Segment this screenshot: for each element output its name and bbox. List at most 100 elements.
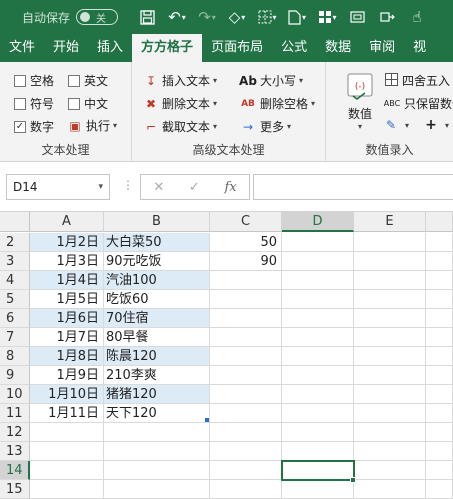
cell-b[interactable]: 80早餐 (104, 328, 210, 347)
cell-c[interactable] (210, 385, 282, 404)
fill-handle[interactable] (205, 418, 209, 422)
cell-c[interactable] (210, 480, 282, 499)
column-header-f[interactable] (426, 212, 453, 232)
cell-e[interactable] (354, 480, 426, 499)
cell-f[interactable] (426, 480, 453, 499)
checkbox-number[interactable]: ✓ 数字 (14, 118, 54, 135)
cell-f[interactable] (426, 347, 453, 366)
cell-a[interactable]: 1月7日 (30, 328, 104, 347)
cell-d[interactable] (282, 423, 354, 442)
cell-e[interactable] (354, 461, 426, 480)
tab-insert[interactable]: 插入 (88, 34, 132, 62)
cell-d[interactable] (282, 404, 354, 423)
redo-icon[interactable]: ↷ ▾ (192, 4, 222, 30)
cell-b[interactable] (104, 423, 210, 442)
extract-text-button[interactable]: ⌐ 截取文本 ▾ (142, 118, 217, 135)
cell-e[interactable] (354, 271, 426, 290)
cell-d[interactable] (282, 366, 354, 385)
cell-e[interactable] (354, 252, 426, 271)
cell-f[interactable] (426, 271, 453, 290)
row-header[interactable]: 10 (0, 385, 30, 404)
cell-f[interactable] (426, 423, 453, 442)
cell-d[interactable] (282, 347, 354, 366)
checkbox-symbol[interactable]: 符号 (14, 95, 54, 112)
cell-a[interactable] (30, 423, 104, 442)
tab-data[interactable]: 数据 (316, 34, 360, 62)
cell-d[interactable] (282, 290, 354, 309)
cell-b[interactable]: 天下120 (104, 404, 210, 423)
cell-b[interactable]: 70住宿 (104, 309, 210, 328)
cell-a[interactable]: 1月5日 (30, 290, 104, 309)
cell-f[interactable] (426, 461, 453, 480)
active-cell-border[interactable] (281, 460, 355, 481)
cell-e[interactable] (354, 309, 426, 328)
edit-button[interactable]: ✎ ▾ (382, 118, 409, 132)
cell-d[interactable] (282, 233, 354, 252)
cell-f[interactable] (426, 404, 453, 423)
checkbox-box-checked[interactable]: ✓ (14, 120, 26, 133)
column-header-c[interactable]: C (210, 212, 282, 232)
more-options-icon[interactable]: ⋮ (122, 178, 134, 192)
row-header[interactable]: 9 (0, 366, 30, 385)
cell-c[interactable] (210, 328, 282, 347)
cell-d[interactable] (282, 385, 354, 404)
checkbox-english[interactable]: 英文 (68, 72, 108, 89)
cell-e[interactable] (354, 233, 426, 252)
row-header[interactable]: 13 (0, 442, 30, 461)
column-header-d[interactable]: D (282, 212, 354, 232)
cell-e[interactable] (354, 290, 426, 309)
cell-b[interactable]: 210李爽 (104, 366, 210, 385)
cell-f[interactable] (426, 309, 453, 328)
cell-b[interactable] (104, 480, 210, 499)
cell-b[interactable]: 吃饭60 (104, 290, 210, 309)
autosave-toggle[interactable]: 关 (76, 9, 119, 25)
confirm-icon[interactable]: ✓ (189, 180, 200, 195)
tab-file[interactable]: 文件 (0, 34, 44, 62)
value-button[interactable]: (-) 数值 ▾ (342, 72, 378, 131)
cell-d[interactable] (282, 309, 354, 328)
cell-a[interactable]: 1月6日 (30, 309, 104, 328)
eraser-icon[interactable]: ◇ ▾ (222, 4, 252, 30)
tab-view[interactable]: 视 (404, 34, 435, 62)
cell-a[interactable] (30, 461, 104, 480)
chevron-down-icon[interactable]: ▾ (98, 175, 103, 199)
cell-b[interactable]: 大白菜50 (104, 233, 210, 252)
execute-button[interactable]: ▣ 执行 ▾ (66, 117, 117, 134)
save-icon[interactable] (132, 4, 162, 30)
delete-space-button[interactable]: AB 删除空格 ▾ (238, 95, 315, 112)
cell-a[interactable] (30, 480, 104, 499)
row-header[interactable]: 8 (0, 347, 30, 366)
cell-a[interactable]: 1月3日 (30, 252, 104, 271)
row-header[interactable]: 3 (0, 252, 30, 271)
cell-b[interactable] (104, 442, 210, 461)
checkbox-space[interactable]: 空格 (14, 72, 54, 89)
case-button[interactable]: Ab 大小写 ▾ (238, 72, 303, 89)
cell-f[interactable] (426, 442, 453, 461)
row-header[interactable]: 5 (0, 290, 30, 309)
touch-mode-icon[interactable]: ☝ (402, 4, 432, 30)
cell-c[interactable]: 90 (210, 252, 282, 271)
cell-a[interactable]: 1月9日 (30, 366, 104, 385)
cell-a[interactable]: 1月11日 (30, 404, 104, 423)
cell-c[interactable] (210, 461, 282, 480)
cell-f[interactable] (426, 385, 453, 404)
cell-e[interactable] (354, 385, 426, 404)
cell-c[interactable] (210, 309, 282, 328)
round-button[interactable]: 四舍五入 (382, 72, 450, 89)
cell-c[interactable] (210, 423, 282, 442)
cell-c[interactable] (210, 347, 282, 366)
cell-c[interactable] (210, 271, 282, 290)
cell-d[interactable] (282, 328, 354, 347)
cell-f[interactable] (426, 252, 453, 271)
column-header-a[interactable]: A (30, 212, 104, 232)
name-box[interactable]: D14 ▾ (6, 174, 110, 200)
borders-icon[interactable]: ▾ (252, 4, 282, 30)
row-header[interactable]: 7 (0, 328, 30, 347)
row-header[interactable]: 15 (0, 480, 30, 499)
cell-f[interactable] (426, 328, 453, 347)
function-icon[interactable]: fx (224, 180, 236, 195)
cell-a[interactable]: 1月4日 (30, 271, 104, 290)
cell-c[interactable]: 50 (210, 233, 282, 252)
cell-a[interactable]: 1月8日 (30, 347, 104, 366)
cell-e[interactable] (354, 404, 426, 423)
